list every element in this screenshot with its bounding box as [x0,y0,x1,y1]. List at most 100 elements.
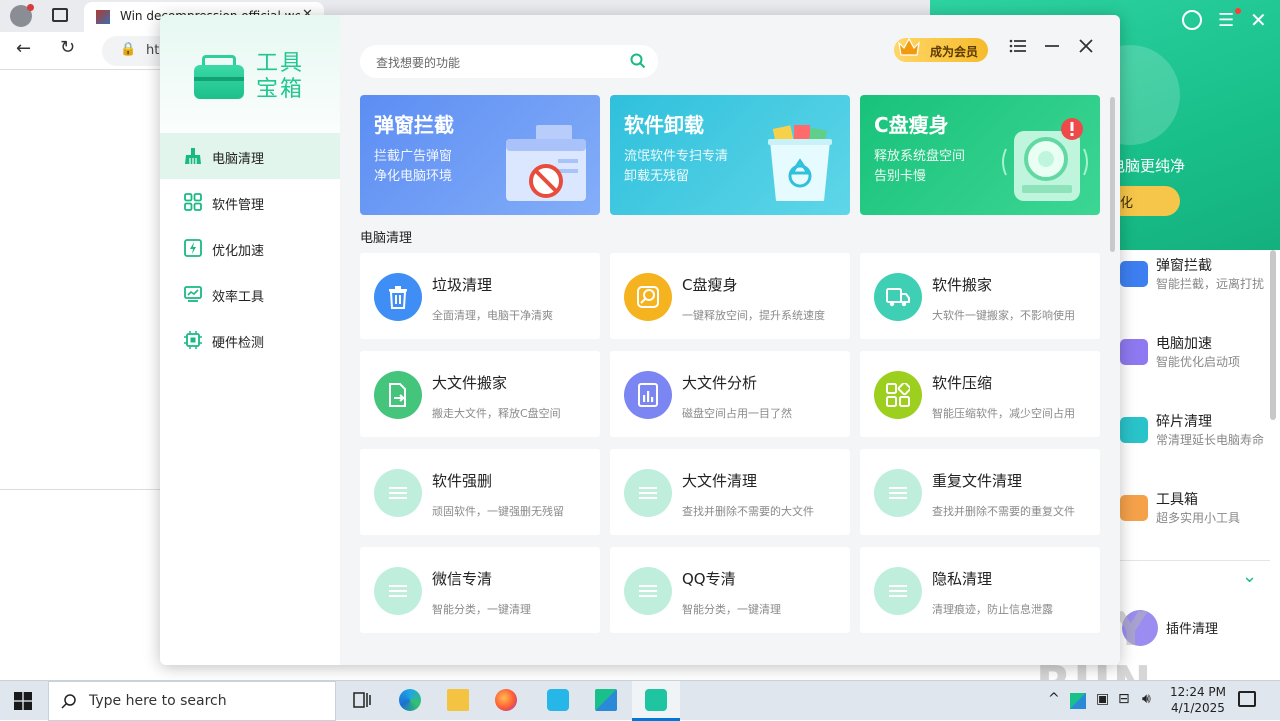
menu-icon[interactable] [1005,33,1031,59]
card-title: 垃圾清理 [432,276,493,294]
tool-card-software-move[interactable]: 软件搬家 大软件一键搬家，不影响使用 [860,253,1100,339]
popup-block-illustration-icon [506,125,586,201]
profile-badge [27,4,34,11]
card-subtitle: 磁盘空间占用一目了然 [682,407,792,420]
sidebar-item-label: 电脑清理 [212,152,265,167]
card-subtitle: 智能压缩软件，减少空间占用 [932,407,1075,420]
sidebar-item-label: 软件管理 [212,198,265,213]
network-icon[interactable]: ⊟ [1118,691,1130,707]
banner-title: 软件卸载 [624,113,704,137]
taskbar-search-placeholder: Type here to search [89,693,227,709]
tool-card-junk-clean[interactable]: 垃圾清理 全面清理，电脑干净清爽 [360,253,600,339]
card-subtitle: 查找并删除不需要的重复文件 [932,505,1075,518]
tool-card-duplicate-clean[interactable]: 重复文件清理 查找并删除不需要的重复文件 [860,449,1100,535]
taskbar-clock[interactable]: 12:24 PM 4/1/2025 [1166,684,1230,716]
list-icon [874,469,922,517]
volume-icon[interactable]: 🔊︎ [1142,691,1151,707]
chevron-up-icon[interactable]: ^ [1048,691,1060,707]
card-title: 重复文件清理 [932,472,1023,490]
sidebar-item-optimize[interactable]: 优化加速 [160,225,340,271]
file-chart-icon [624,371,672,419]
card-title: 微信专清 [432,570,493,588]
taskbar: Type here to search ^ ▣ ⊟ 🔊︎ 12:24 PM 4/… [0,680,1280,721]
card-title: 软件搬家 [932,276,993,294]
main-content: 查找想要的功能 成为会员 弹窗拦截 拦截广告弹窗 净化电脑环境 软件卸载 流氓软… [340,15,1120,665]
search-icon[interactable] [630,53,646,69]
card-title: C盘瘦身 [682,276,738,294]
tool-card-large-file-move[interactable]: 大文件搬家 搬走大文件，释放C盘空间 [360,351,600,437]
tool-card-software-compress[interactable]: 软件压缩 智能压缩软件，减少空间占用 [860,351,1100,437]
windows-start-icon[interactable] [14,692,32,710]
tool-card-large-file-clean[interactable]: 大文件清理 查找并删除不需要的大文件 [610,449,850,535]
tool-card-qq-clean[interactable]: QQ专清 智能分类，一键清理 [610,547,850,633]
banner-line: 流氓软件专扫专清 [624,149,729,164]
tray-device-icon[interactable]: ▣ [1096,691,1109,707]
become-member-button[interactable]: 成为会员 [894,37,988,62]
taskbar-edge[interactable] [386,681,434,721]
card-subtitle: 智能分类，一键清理 [682,603,781,616]
card-subtitle: 顽固软件，一键强删无残留 [432,505,564,518]
clock-time: 12:24 PM [1170,685,1226,699]
toolbox-app-window: 工具宝箱 电脑清理 软件管理 优化加速 效率工具 硬件检测 查找想要的功能 成为… [160,15,1120,665]
task-view-button[interactable] [338,681,386,721]
side-item-title: 工具箱 [1156,492,1198,508]
hard-drive-alert-icon [1002,118,1088,201]
banner-line: 净化电脑环境 [374,169,453,184]
side-item-subtitle: 超多实用小工具 [1156,511,1241,525]
side-item-defrag[interactable]: 碎片清理 常清理延长电脑寿命 [1120,411,1280,471]
winrar-favicon-icon [96,10,110,24]
taskbar-toolbox-app[interactable] [632,681,680,721]
toolbox-icon [1120,495,1148,521]
search-input[interactable]: 查找想要的功能 [360,45,658,78]
list-icon [374,567,422,615]
user-icon[interactable] [1182,10,1202,30]
close-icon[interactable]: ✕ [1250,8,1267,32]
card-subtitle: 查找并删除不需要的大文件 [682,505,814,518]
taskbar-firefox[interactable] [482,681,530,721]
side-app-slogan: 电脑更纯净 [1110,157,1186,175]
sidebar-item-software[interactable]: 软件管理 [160,179,340,225]
banner-popup-block[interactable]: 弹窗拦截 拦截广告弹窗 净化电脑环境 [360,95,600,215]
tool-card-c-drive-slim[interactable]: C盘瘦身 一键释放空间，提升系统速度 [610,253,850,339]
banner-uninstall[interactable]: 软件卸载 流氓软件专扫专清 卸载无残留 [610,95,850,215]
banner-c-drive-slim[interactable]: C盘瘦身 释放系统盘空间 告别卡慢 [860,95,1100,215]
list-icon [374,469,422,517]
recycle-bin-icon [768,125,832,201]
side-item-title: 碎片清理 [1156,414,1212,430]
tab-actions-icon[interactable] [52,8,68,22]
tool-card-large-file-analysis[interactable]: 大文件分析 磁盘空间占用一目了然 [610,351,850,437]
side-item-speedup[interactable]: 电脑加速 智能优化启动项 [1120,333,1280,393]
side-item-toolbox[interactable]: 工具箱 超多实用小工具 [1120,489,1280,549]
file-move-icon [374,371,422,419]
chevron-down-icon[interactable]: ⌄ [1242,566,1257,587]
tool-card-privacy-clean[interactable]: 隐私清理 清理痕迹，防止信息泄露 [860,547,1100,633]
side-app-scrollbar[interactable] [1270,250,1276,420]
taskbar-green-app[interactable] [582,681,630,721]
truck-icon [874,273,922,321]
green-tiles-icon [595,689,617,711]
notification-icon[interactable] [1238,691,1256,707]
menu-icon[interactable]: ☰ [1218,10,1234,31]
card-subtitle: 大软件一键搬家，不影响使用 [932,309,1075,322]
side-item-subtitle: 智能拦截，远离打扰 [1156,277,1265,291]
taskbar-app-grid[interactable] [534,681,582,721]
close-icon[interactable] [1073,33,1099,59]
tool-card-force-delete[interactable]: 软件强删 顽固软件，一键强删无残留 [360,449,600,535]
minimize-icon[interactable] [1039,33,1065,59]
taskbar-search-input[interactable]: Type here to search [48,681,336,721]
sidebar-item-label: 效率工具 [212,290,265,305]
tray-app-icon[interactable] [1070,693,1086,709]
tool-card-wechat-clean[interactable]: 微信专清 智能分类，一键清理 [360,547,600,633]
side-item-popup-block[interactable]: 弹窗拦截 智能拦截，远离打扰 [1120,255,1280,315]
reload-icon[interactable]: ↻ [60,37,75,58]
search-icon [61,694,76,709]
sidebar-item-efficiency[interactable]: 效率工具 [160,271,340,317]
sidebar-item-pc-clean[interactable]: 电脑清理 [160,133,340,179]
notification-dot [1235,8,1241,14]
ad-block-icon [1120,261,1148,287]
sidebar-item-hardware[interactable]: 硬件检测 [160,317,340,363]
taskbar-file-explorer[interactable] [434,681,482,721]
main-scrollbar[interactable] [1110,97,1115,252]
back-arrow-icon[interactable]: ← [16,38,31,59]
task-view-icon [353,692,371,708]
